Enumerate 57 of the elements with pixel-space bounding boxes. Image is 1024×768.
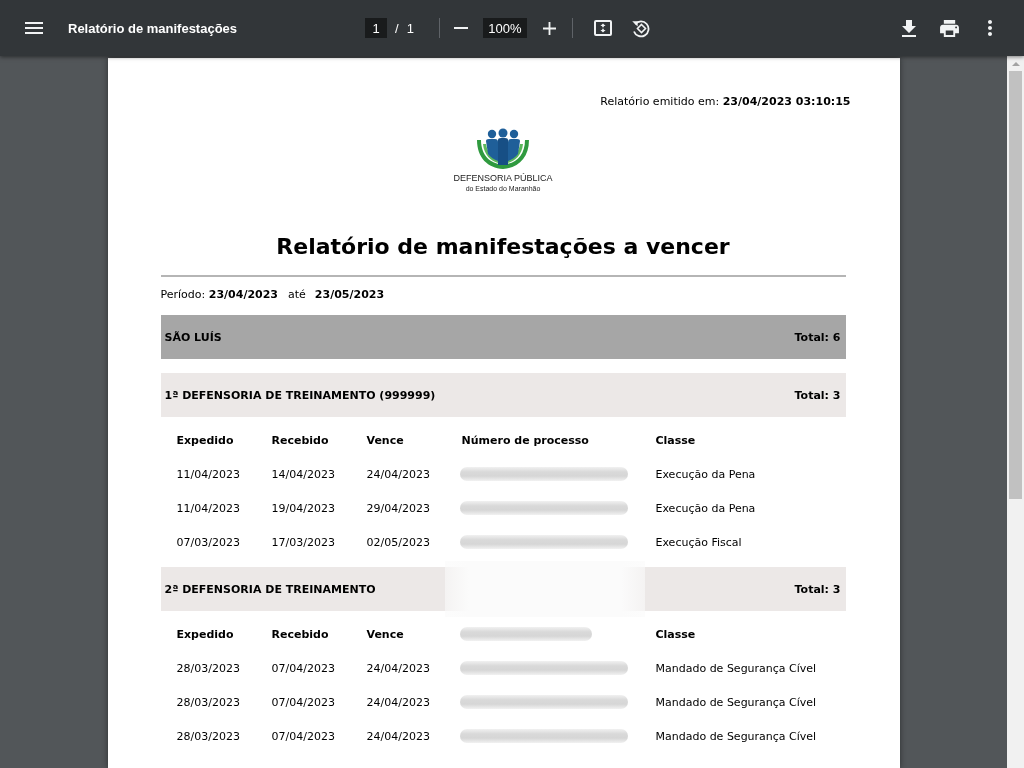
column-header: Classe <box>655 627 696 641</box>
table-cell: 07/04/2023 <box>271 695 335 709</box>
office-name: 1ª DEFENSORIA DE TREINAMENTO (999999) <box>164 388 436 402</box>
table-cell: 28/03/2023 <box>176 729 240 743</box>
table-cell: Mandado de Segurança Cível <box>655 695 817 709</box>
table-cell: 14/04/2023 <box>271 467 335 481</box>
document-title: Relatório de manifestações <box>68 20 238 36</box>
table-cell: 11/04/2023 <box>176 467 240 481</box>
download-icon[interactable] <box>902 19 916 37</box>
logo-name: DEFENSORIA PÚBLICA <box>453 172 553 184</box>
column-header: Classe <box>655 433 696 447</box>
column-header: Número de processo <box>461 433 589 447</box>
menu-icon[interactable] <box>25 22 43 34</box>
table-cell: 24/04/2023 <box>366 467 430 481</box>
table-cell: Mandado de Segurança Cível <box>655 661 817 675</box>
column-header: Vence <box>366 433 404 447</box>
zoom-field[interactable]: 100% <box>482 18 527 38</box>
column-header: Recebido <box>271 433 329 447</box>
rotate-icon[interactable] <box>630 18 650 38</box>
table-cell: 28/03/2023 <box>176 661 240 675</box>
page-number-field[interactable]: 1 <box>365 18 388 38</box>
scrollbar-thumb[interactable] <box>1009 71 1022 499</box>
table-cell: 02/05/2023 <box>366 535 430 549</box>
office-total: Total: 3 <box>794 582 841 596</box>
table-cell: 07/03/2023 <box>176 535 240 549</box>
table-cell: 24/04/2023 <box>366 661 430 675</box>
table-cell: 29/04/2023 <box>366 501 430 515</box>
column-header: Vence <box>366 627 404 641</box>
column-header: Expedido <box>176 433 234 447</box>
table-cell: 24/04/2023 <box>366 729 430 743</box>
column-header: Expedido <box>176 627 234 641</box>
table-cell: Mandado de Segurança Cível <box>655 729 817 743</box>
zoom-in-icon[interactable] <box>542 21 556 35</box>
table-cell: 19/04/2023 <box>271 501 335 515</box>
issued-date-text: Relatório emitido em: 23/04/2023 03:10:15 <box>600 95 851 109</box>
table-cell: 24/04/2023 <box>366 695 430 709</box>
column-header: Recebido <box>271 627 329 641</box>
table-cell: 07/04/2023 <box>271 729 335 743</box>
report-title: Relatório de manifestações a vencer <box>276 234 730 260</box>
page-separator: / <box>395 20 399 36</box>
fit-page-icon[interactable] <box>593 20 612 36</box>
table-cell: Execução Fiscal <box>655 535 742 549</box>
print-icon[interactable] <box>940 19 959 37</box>
table-cell: 11/04/2023 <box>176 501 240 515</box>
more-options-icon[interactable] <box>988 20 992 36</box>
table-cell: Execução da Pena <box>655 501 756 515</box>
table-cell: 17/03/2023 <box>271 535 335 549</box>
region-total: Total: 6 <box>794 330 841 344</box>
page-count: 1 <box>406 20 414 36</box>
table-cell: 07/04/2023 <box>271 661 335 675</box>
office-total: Total: 3 <box>794 388 841 402</box>
table-cell: 28/03/2023 <box>176 695 240 709</box>
logo-icon <box>474 128 532 170</box>
table-cell: Execução da Pena <box>655 467 756 481</box>
office-name: 2ª DEFENSORIA DE TREINAMENTO <box>164 582 376 596</box>
region-name: SÃO LUÍS <box>164 330 222 344</box>
period-text: Período: 23/04/2023 até 23/05/2023 <box>160 288 385 302</box>
